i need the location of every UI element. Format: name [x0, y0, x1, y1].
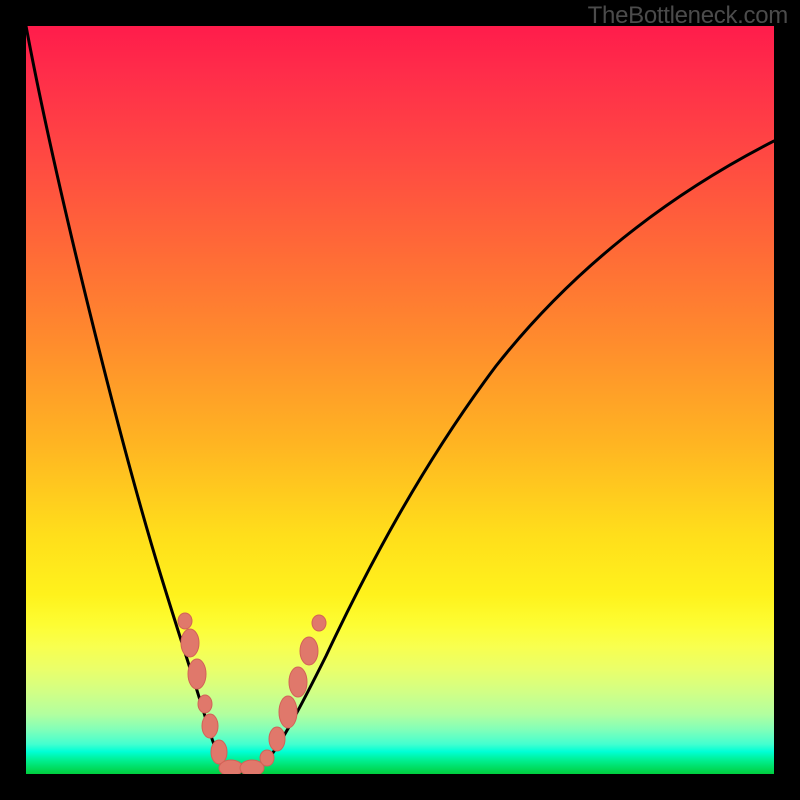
curve-marker [289, 667, 307, 697]
curve-marker [260, 750, 274, 766]
curve-marker [219, 760, 243, 774]
curve-marker [178, 613, 192, 629]
curve-marker [202, 714, 218, 738]
curve-marker [181, 629, 199, 657]
chart-frame [26, 26, 774, 774]
chart-svg [26, 26, 774, 774]
curve-marker [300, 637, 318, 665]
curve-marker [279, 696, 297, 728]
curve-marker [211, 740, 227, 764]
curve-marker [198, 695, 212, 713]
curve-marker [240, 760, 264, 774]
bottleneck-curve [26, 26, 774, 772]
curve-markers-group [178, 613, 326, 774]
curve-marker [269, 727, 285, 751]
curve-marker [188, 659, 206, 689]
curve-marker [312, 615, 326, 631]
